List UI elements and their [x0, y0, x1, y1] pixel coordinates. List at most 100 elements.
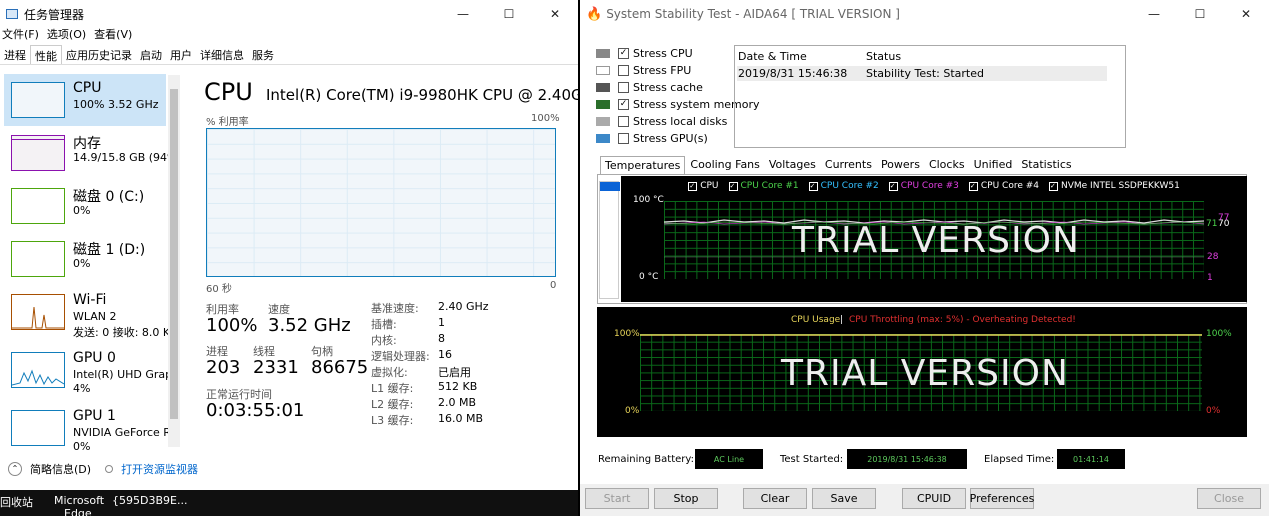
sensor-list[interactable]: [599, 181, 620, 299]
maximize-button[interactable]: ☐: [1177, 0, 1223, 28]
desktop-icon-folder[interactable]: {595D3B9E...: [112, 494, 187, 507]
table-cell-status: Stability Test: Started: [866, 67, 984, 80]
stress-fpu-checkbox[interactable]: [618, 65, 629, 76]
detail-label: L2 缓存:: [371, 398, 414, 411]
tab-performance[interactable]: 性能: [30, 45, 62, 64]
graph-time-label: 60 秒: [206, 284, 232, 295]
close-button[interactable]: ✕: [1223, 0, 1269, 28]
sidebar-item-value: 0%: [73, 257, 91, 270]
stress-cache-option[interactable]: Stress cache: [596, 81, 703, 94]
sidebar-item-gpu0[interactable]: GPU 0 Intel(R) UHD Graph 4%: [4, 344, 179, 396]
legend-item[interactable]: ✓ NVMe INTEL SSDPEKKW51: [1049, 181, 1180, 191]
tab-powers[interactable]: Powers: [877, 156, 924, 174]
tab-strip: 进程 性能 应用历史记录 启动 用户 详细信息 服务: [0, 45, 578, 65]
sidebar-item-cpu[interactable]: CPU 100% 3.52 GHz: [4, 74, 166, 126]
preferences-button[interactable]: Preferences: [970, 488, 1034, 509]
status-footer: ⌃ 简略信息(D) 打开资源监视器: [0, 455, 578, 483]
fewer-details-link[interactable]: 简略信息(D): [30, 461, 91, 477]
stat-speed-value: 3.52 GHz: [268, 315, 351, 336]
stat-threads-value: 2331: [253, 357, 299, 378]
detail-value: 512 KB: [438, 380, 478, 393]
column-header-datetime: Date & Time: [738, 50, 807, 63]
legend-item[interactable]: ✓ CPU Core #4: [968, 181, 1039, 191]
tab-app-history[interactable]: 应用历史记录: [62, 45, 136, 64]
stress-cpu-option[interactable]: ✓ Stress CPU: [596, 47, 693, 60]
detail-label: 插槽:: [371, 318, 397, 331]
table-cell-datetime: 2019/8/31 15:46:38: [738, 67, 848, 80]
stress-gpu-checkbox[interactable]: [618, 133, 629, 144]
stress-cache-checkbox[interactable]: [618, 82, 629, 93]
window-title: System Stability Test - AIDA64 [ TRIAL V…: [606, 7, 900, 21]
legend-item[interactable]: ✓ CPU: [688, 181, 719, 191]
cpu-usage-graph: [206, 128, 556, 277]
sidebar-item-disk-d[interactable]: 磁盘 1 (D:) 0%: [4, 233, 166, 285]
stop-button[interactable]: Stop: [654, 488, 718, 509]
stress-disks-option[interactable]: Stress local disks: [596, 115, 727, 128]
legend-item[interactable]: ✓ CPU Core #1: [728, 181, 799, 191]
tab-details[interactable]: 详细信息: [196, 45, 248, 64]
open-resource-monitor-link[interactable]: 打开资源监视器: [121, 461, 198, 477]
trial-watermark: TRIAL VERSION: [781, 353, 1069, 394]
stress-disks-checkbox[interactable]: [618, 116, 629, 127]
tab-startup[interactable]: 启动: [136, 45, 166, 64]
detail-value: 16.0 MB: [438, 412, 484, 425]
detail-value: 2.0 MB: [438, 396, 477, 409]
memory-mini-graph: [11, 135, 65, 171]
menu-options[interactable]: 选项(O): [47, 26, 86, 42]
gpu0-mini-graph: [11, 352, 65, 388]
sidebar-item-memory[interactable]: 内存 14.9/15.8 GB (94%): [4, 127, 180, 179]
tab-currents[interactable]: Currents: [821, 156, 876, 174]
minimize-button[interactable]: —: [440, 0, 486, 28]
legend-item[interactable]: ✓ CPU Core #2: [808, 181, 879, 191]
desktop-icon-edge-label: Edge: [64, 507, 92, 516]
tab-services[interactable]: 服务: [248, 45, 278, 64]
desktop-icon-edge[interactable]: Microsoft: [54, 494, 104, 507]
page-title: CPU: [204, 78, 253, 106]
cpu-usage-chart: CPU Usage | CPU Throttling (max: 5%) - O…: [597, 307, 1247, 437]
selected-sensor[interactable]: [600, 182, 620, 191]
stress-memory-checkbox[interactable]: ✓: [618, 99, 629, 110]
menu-view[interactable]: 查看(V): [94, 26, 132, 42]
sidebar-item-disk-c[interactable]: 磁盘 0 (C:) 0%: [4, 180, 166, 232]
tab-processes[interactable]: 进程: [0, 45, 30, 64]
scrollbar-thumb[interactable]: [170, 89, 178, 419]
detail-label: L1 缓存:: [371, 382, 414, 395]
sidebar-scrollbar[interactable]: [168, 75, 180, 447]
clear-button[interactable]: Clear: [743, 488, 807, 509]
tab-users[interactable]: 用户: [166, 45, 196, 64]
tab-temperatures[interactable]: Temperatures: [600, 156, 686, 174]
stress-fpu-option[interactable]: Stress FPU: [596, 64, 691, 77]
disk-c-mini-graph: [11, 188, 65, 224]
close-button[interactable]: ✕: [532, 0, 578, 28]
sidebar-item-gpu1[interactable]: GPU 1 NVIDIA GeForce R1 0%: [4, 402, 178, 450]
series-value: 1: [1207, 273, 1213, 283]
chevron-up-icon[interactable]: ⌃: [8, 462, 22, 476]
sidebar-item-value: 14.9/15.8 GB (94%): [73, 151, 180, 164]
tab-cooling-fans[interactable]: Cooling Fans: [686, 156, 763, 174]
detail-label: 虚拟化:: [371, 366, 408, 379]
resource-monitor-icon: [105, 465, 114, 473]
cpu-chip-icon: [596, 49, 610, 58]
cpu-mini-graph: [11, 82, 65, 118]
tab-voltages[interactable]: Voltages: [765, 156, 820, 174]
sidebar-item-wifi[interactable]: Wi-Fi WLAN 2 发送: 0 接收: 8.0 Kb: [4, 286, 177, 339]
menu-file[interactable]: 文件(F): [2, 26, 39, 42]
close-dialog-button[interactable]: Close: [1197, 488, 1261, 509]
tab-unified[interactable]: Unified: [970, 156, 1017, 174]
tab-statistics[interactable]: Statistics: [1017, 156, 1075, 174]
tab-clocks[interactable]: Clocks: [925, 156, 969, 174]
legend-item[interactable]: ✓ CPU Core #3: [888, 181, 959, 191]
start-button[interactable]: Start: [585, 488, 649, 509]
maximize-button[interactable]: ☐: [486, 0, 532, 28]
cpuid-button[interactable]: CPUID: [902, 488, 966, 509]
desktop-icon-recycle-bin[interactable]: 回收站: [0, 494, 33, 510]
aida64-window: 🔥 System Stability Test - AIDA64 [ TRIAL…: [580, 0, 1269, 516]
chart-title-separator: |: [840, 315, 844, 325]
temperature-chart: ✓ CPU ✓ CPU Core #1 ✓ CPU Core #2 ✓ CPU Core…: [621, 176, 1247, 302]
test-started-value: 2019/8/31 15:46:38: [847, 449, 967, 469]
minimize-button[interactable]: —: [1131, 0, 1177, 28]
save-button[interactable]: Save: [812, 488, 876, 509]
stress-gpu-option[interactable]: Stress GPU(s): [596, 132, 708, 145]
stress-cpu-checkbox[interactable]: ✓: [618, 48, 629, 59]
table-row[interactable]: 2019/8/31 15:46:38 Stability Test: Start…: [737, 66, 1107, 81]
